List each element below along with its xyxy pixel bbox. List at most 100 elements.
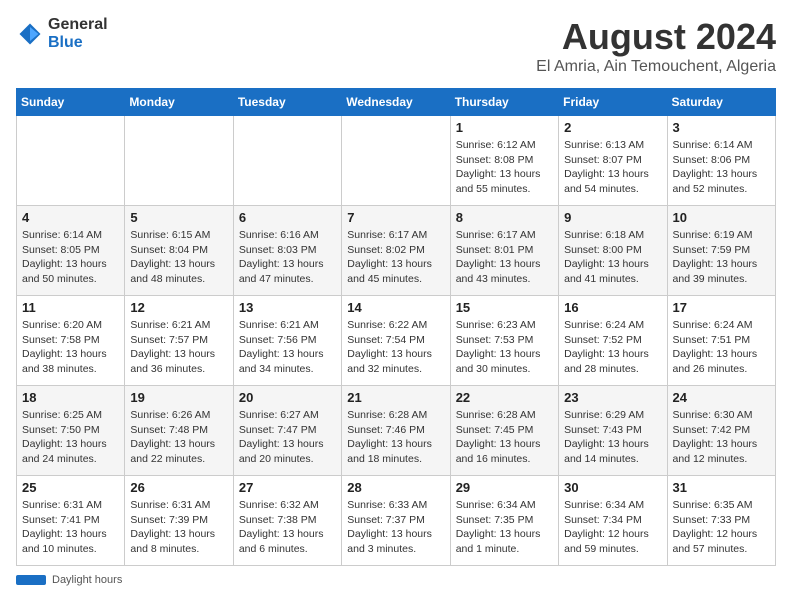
calendar-cell: 29Sunrise: 6:34 AM Sunset: 7:35 PM Dayli…: [450, 476, 558, 566]
calendar-cell: 13 Sunrise: 6:21 AM Sunset: 7:56 PM Dayli…: [233, 296, 341, 386]
calendar-week-1: 1 Sunrise: 6:12 AM Sunset: 8:08 PM Daylig…: [17, 116, 776, 206]
calendar-cell: [17, 116, 125, 206]
day-info: Sunrise: 6:12 AM Sunset: 8:08 PM Dayligh…: [456, 138, 553, 197]
col-monday: Monday: [125, 89, 233, 116]
day-number: 29: [456, 480, 553, 495]
day-info: Sunrise: 6:17 AM Sunset: 8:02 PM Dayligh…: [347, 228, 444, 287]
day-info: Sunrise: 6:22 AM Sunset: 7:54 PM Dayligh…: [347, 318, 444, 377]
calendar-cell: 25 Sunrise: 6:31 AM Sunset: 7:41 PM Dayli…: [17, 476, 125, 566]
day-info: Sunrise: 6:23 AM Sunset: 7:53 PM Dayligh…: [456, 318, 553, 377]
logo-general: General: [48, 16, 108, 33]
calendar-cell: [233, 116, 341, 206]
col-thursday: Thursday: [450, 89, 558, 116]
calendar-cell: 11 Sunrise: 6:20 AM Sunset: 7:58 PM Dayli…: [17, 296, 125, 386]
logo-blue: Blue: [48, 34, 83, 51]
day-info: Sunrise: 6:16 AM Sunset: 8:03 PM Dayligh…: [239, 228, 336, 287]
day-number: 2: [564, 120, 661, 135]
day-info: Sunrise: 6:32 AM Sunset: 7:38 PM Dayligh…: [239, 498, 336, 557]
day-info: Sunrise: 6:28 AM Sunset: 7:46 PM Dayligh…: [347, 408, 444, 467]
calendar-week-4: 18 Sunrise: 6:25 AM Sunset: 7:50 PM Dayli…: [17, 386, 776, 476]
day-number: 20: [239, 390, 336, 405]
calendar-cell: 12 Sunrise: 6:21 AM Sunset: 7:57 PM Dayli…: [125, 296, 233, 386]
calendar-cell: 22 Sunrise: 6:28 AM Sunset: 7:45 PM Dayli…: [450, 386, 558, 476]
day-number: 3: [673, 120, 770, 135]
day-info: Sunrise: 6:24 AM Sunset: 7:51 PM Dayligh…: [673, 318, 770, 377]
col-sunday: Sunday: [17, 89, 125, 116]
day-number: 11: [22, 300, 119, 315]
calendar-cell: [342, 116, 450, 206]
day-number: 22: [456, 390, 553, 405]
calendar-cell: 9Sunrise: 6:18 AM Sunset: 8:00 PM Daylig…: [559, 206, 667, 296]
day-info: Sunrise: 6:20 AM Sunset: 7:58 PM Dayligh…: [22, 318, 119, 377]
calendar-cell: [125, 116, 233, 206]
col-saturday: Saturday: [667, 89, 775, 116]
day-info: Sunrise: 6:19 AM Sunset: 7:59 PM Dayligh…: [673, 228, 770, 287]
main-title: August 2024: [536, 16, 776, 58]
subtitle: El Amria, Ain Temouchent, Algeria: [536, 58, 776, 76]
footer-bar-icon: [16, 575, 46, 585]
day-info: Sunrise: 6:14 AM Sunset: 8:06 PM Dayligh…: [673, 138, 770, 197]
day-number: 24: [673, 390, 770, 405]
day-info: Sunrise: 6:28 AM Sunset: 7:45 PM Dayligh…: [456, 408, 553, 467]
calendar-cell: 15Sunrise: 6:23 AM Sunset: 7:53 PM Dayli…: [450, 296, 558, 386]
col-friday: Friday: [559, 89, 667, 116]
day-info: Sunrise: 6:18 AM Sunset: 8:00 PM Dayligh…: [564, 228, 661, 287]
calendar-cell: 6 Sunrise: 6:16 AM Sunset: 8:03 PM Daylig…: [233, 206, 341, 296]
calendar-week-3: 11 Sunrise: 6:20 AM Sunset: 7:58 PM Dayli…: [17, 296, 776, 386]
calendar-cell: 28 Sunrise: 6:33 AM Sunset: 7:37 PM Dayli…: [342, 476, 450, 566]
day-info: Sunrise: 6:24 AM Sunset: 7:52 PM Dayligh…: [564, 318, 661, 377]
calendar-cell: 10Sunrise: 6:19 AM Sunset: 7:59 PM Dayli…: [667, 206, 775, 296]
header: General Blue August 2024 El Amria, Ain T…: [16, 16, 776, 76]
day-info: Sunrise: 6:29 AM Sunset: 7:43 PM Dayligh…: [564, 408, 661, 467]
calendar-cell: 17Sunrise: 6:24 AM Sunset: 7:51 PM Dayli…: [667, 296, 775, 386]
day-number: 25: [22, 480, 119, 495]
day-number: 14: [347, 300, 444, 315]
calendar-cell: 14 Sunrise: 6:22 AM Sunset: 7:54 PM Dayli…: [342, 296, 450, 386]
calendar-cell: 5 Sunrise: 6:15 AM Sunset: 8:04 PM Daylig…: [125, 206, 233, 296]
calendar-cell: 18 Sunrise: 6:25 AM Sunset: 7:50 PM Dayli…: [17, 386, 125, 476]
calendar-cell: 2 Sunrise: 6:13 AM Sunset: 8:07 PM Daylig…: [559, 116, 667, 206]
day-number: 4: [22, 210, 119, 225]
day-number: 28: [347, 480, 444, 495]
day-number: 27: [239, 480, 336, 495]
calendar-cell: 8Sunrise: 6:17 AM Sunset: 8:01 PM Daylig…: [450, 206, 558, 296]
day-number: 19: [130, 390, 227, 405]
calendar-cell: 24Sunrise: 6:30 AM Sunset: 7:42 PM Dayli…: [667, 386, 775, 476]
day-info: Sunrise: 6:13 AM Sunset: 8:07 PM Dayligh…: [564, 138, 661, 197]
calendar-cell: 27 Sunrise: 6:32 AM Sunset: 7:38 PM Dayli…: [233, 476, 341, 566]
day-info: Sunrise: 6:31 AM Sunset: 7:41 PM Dayligh…: [22, 498, 119, 557]
calendar-cell: 7Sunrise: 6:17 AM Sunset: 8:02 PM Daylig…: [342, 206, 450, 296]
calendar-header: Sunday Monday Tuesday Wednesday Thursday…: [17, 89, 776, 116]
calendar-cell: 1 Sunrise: 6:12 AM Sunset: 8:08 PM Daylig…: [450, 116, 558, 206]
day-number: 1: [456, 120, 553, 135]
day-info: Sunrise: 6:31 AM Sunset: 7:39 PM Dayligh…: [130, 498, 227, 557]
day-info: Sunrise: 6:25 AM Sunset: 7:50 PM Dayligh…: [22, 408, 119, 467]
header-row: Sunday Monday Tuesday Wednesday Thursday…: [17, 89, 776, 116]
day-number: 12: [130, 300, 227, 315]
day-number: 16: [564, 300, 661, 315]
calendar-cell: 3 Sunrise: 6:14 AM Sunset: 8:06 PM Daylig…: [667, 116, 775, 206]
day-info: Sunrise: 6:33 AM Sunset: 7:37 PM Dayligh…: [347, 498, 444, 557]
day-info: Sunrise: 6:21 AM Sunset: 7:57 PM Dayligh…: [130, 318, 227, 377]
calendar-cell: 31 Sunrise: 6:35 AM Sunset: 7:33 PM Dayli…: [667, 476, 775, 566]
footer: Daylight hours: [16, 574, 776, 586]
day-info: Sunrise: 6:15 AM Sunset: 8:04 PM Dayligh…: [130, 228, 227, 287]
day-number: 5: [130, 210, 227, 225]
day-number: 30: [564, 480, 661, 495]
day-number: 6: [239, 210, 336, 225]
logo: General Blue: [16, 16, 108, 52]
day-number: 13: [239, 300, 336, 315]
day-info: Sunrise: 6:21 AM Sunset: 7:56 PM Dayligh…: [239, 318, 336, 377]
calendar-cell: 16 Sunrise: 6:24 AM Sunset: 7:52 PM Dayli…: [559, 296, 667, 386]
day-number: 21: [347, 390, 444, 405]
day-info: Sunrise: 6:14 AM Sunset: 8:05 PM Dayligh…: [22, 228, 119, 287]
day-info: Sunrise: 6:35 AM Sunset: 7:33 PM Dayligh…: [673, 498, 770, 557]
day-number: 8: [456, 210, 553, 225]
day-number: 18: [22, 390, 119, 405]
calendar-week-2: 4 Sunrise: 6:14 AM Sunset: 8:05 PM Daylig…: [17, 206, 776, 296]
calendar-week-5: 25 Sunrise: 6:31 AM Sunset: 7:41 PM Dayli…: [17, 476, 776, 566]
calendar-cell: 19Sunrise: 6:26 AM Sunset: 7:48 PM Dayli…: [125, 386, 233, 476]
calendar-cell: 20Sunrise: 6:27 AM Sunset: 7:47 PM Dayli…: [233, 386, 341, 476]
day-number: 23: [564, 390, 661, 405]
day-number: 31: [673, 480, 770, 495]
